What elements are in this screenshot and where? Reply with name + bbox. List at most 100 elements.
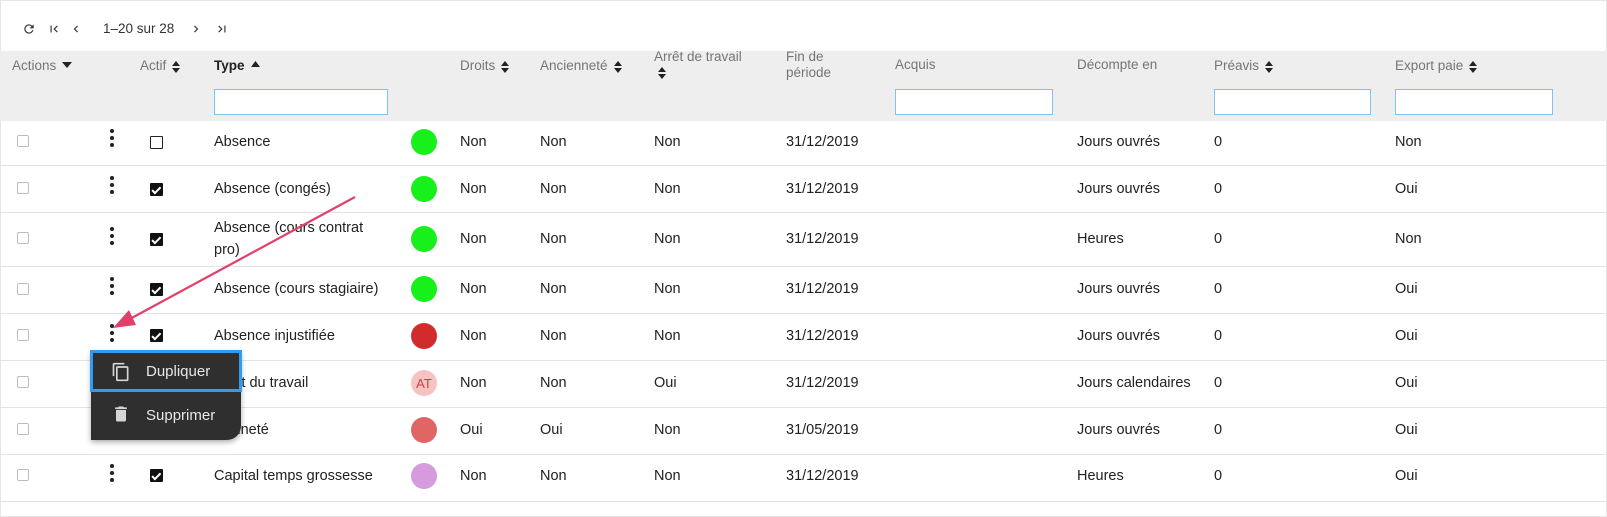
preavis-filter-input[interactable] — [1214, 89, 1371, 115]
color-indicator — [411, 129, 437, 155]
cell-export: Oui — [1395, 181, 1418, 197]
cell-fin: 31/12/2019 — [786, 328, 859, 344]
col-export-header[interactable]: Export paie — [1395, 58, 1478, 74]
cell-anciennete: Oui — [540, 422, 563, 438]
cell-arret: Oui — [654, 375, 677, 391]
row-select-checkbox[interactable] — [17, 232, 29, 244]
cell-decompte: Jours ouvrés — [1077, 181, 1161, 197]
cell-anciennete: Non — [540, 231, 567, 247]
col-type-header[interactable]: Type — [214, 58, 260, 74]
cell-arret: Non — [654, 328, 681, 344]
cell-anciennete: Non — [540, 281, 567, 297]
col-droits-header[interactable]: Droits — [460, 58, 510, 74]
more-vert-icon[interactable] — [109, 277, 115, 295]
chevron-left-icon[interactable] — [69, 18, 83, 40]
sort-icon — [501, 61, 510, 73]
table-row[interactable]: Absence (cours contrat pro) Non Non Non … — [0, 213, 1607, 267]
cell-droits: Non — [460, 468, 487, 484]
table-row[interactable]: ident du travail AT Non Non Oui 31/12/20… — [0, 361, 1607, 408]
more-vert-icon[interactable] — [109, 227, 115, 245]
cell-type: Absence injustifiée — [214, 328, 335, 344]
table-row[interactable]: Absence (cours stagiaire) Non Non Non 31… — [0, 267, 1607, 314]
actif-checkbox[interactable] — [150, 283, 163, 296]
col-arret-header[interactable]: Arrêt de travail — [654, 49, 742, 79]
cell-fin: 31/12/2019 — [786, 134, 859, 150]
actif-checkbox[interactable] — [150, 233, 163, 246]
duplicate-menu-item[interactable]: Dupliquer — [90, 350, 242, 392]
row-select-checkbox[interactable] — [17, 135, 29, 147]
col-anciennete-header[interactable]: Ancienneté — [540, 58, 622, 74]
row-select-checkbox[interactable] — [17, 469, 29, 481]
col-actions-header[interactable]: Actions — [12, 58, 73, 74]
cell-preavis: 0 — [1214, 468, 1223, 484]
cell-droits: Non — [460, 375, 487, 391]
cell-droits: Oui — [460, 422, 483, 438]
actif-checkbox[interactable] — [150, 183, 163, 196]
sort-icon — [613, 61, 622, 73]
table-row[interactable]: Absence (congés) Non Non Non 31/12/2019 … — [0, 166, 1607, 213]
color-indicator — [411, 323, 437, 349]
cell-droits: Non — [460, 181, 487, 197]
cell-fin: 31/12/2019 — [786, 468, 859, 484]
sort-asc-icon — [250, 61, 260, 67]
cell-export: Oui — [1395, 328, 1418, 344]
cell-type: Capital temps grossesse — [214, 468, 373, 484]
row-select-checkbox[interactable] — [17, 283, 29, 295]
copy-icon — [112, 362, 129, 382]
cell-fin: 31/12/2019 — [786, 281, 859, 297]
cell-export: Non — [1395, 231, 1422, 247]
more-vert-icon[interactable] — [109, 176, 115, 194]
row-select-checkbox[interactable] — [17, 376, 29, 388]
row-select-checkbox[interactable] — [17, 329, 29, 341]
actif-checkbox[interactable] — [150, 329, 163, 342]
cell-export: Oui — [1395, 281, 1418, 297]
acquis-filter-input[interactable] — [895, 89, 1053, 115]
col-actif-header[interactable]: Actif — [140, 58, 181, 74]
cell-decompte: Heures — [1077, 468, 1124, 484]
cell-preavis: 0 — [1214, 281, 1223, 297]
cell-decompte: Jours ouvrés — [1077, 422, 1161, 438]
sort-icon — [1469, 61, 1478, 73]
table-row[interactable]: Absence Non Non Non 31/12/2019 Jours ouv… — [0, 119, 1607, 166]
cell-decompte: Jours ouvrés — [1077, 281, 1161, 297]
cell-arret: Non — [654, 468, 681, 484]
chevron-right-icon[interactable] — [189, 18, 203, 40]
first-page-icon[interactable] — [46, 18, 62, 40]
pagination-toolbar: 1–20 sur 28 — [0, 0, 1607, 52]
cell-arret: Non — [654, 181, 681, 197]
type-filter-input[interactable] — [214, 89, 388, 115]
more-vert-icon[interactable] — [109, 324, 115, 342]
color-indicator: AT — [411, 370, 437, 396]
cell-anciennete: Non — [540, 328, 567, 344]
last-page-icon[interactable] — [214, 18, 230, 40]
cell-arret: Non — [654, 422, 681, 438]
refresh-icon[interactable] — [21, 18, 37, 40]
actif-checkbox[interactable] — [150, 136, 163, 149]
table-row[interactable]: Capital temps grossesse Non Non Non 31/1… — [0, 455, 1607, 502]
color-indicator — [411, 176, 437, 202]
color-indicator — [411, 417, 437, 443]
table-row[interactable]: Absence injustifiée Non Non Non 31/12/20… — [0, 314, 1607, 361]
col-acquis-header: Acquis — [895, 57, 936, 72]
cell-anciennete: Non — [540, 375, 567, 391]
more-vert-icon[interactable] — [109, 464, 115, 482]
caret-down-icon — [62, 62, 73, 68]
color-indicator — [411, 463, 437, 489]
cell-preavis: 0 — [1214, 231, 1223, 247]
delete-menu-item[interactable]: Supprimer — [91, 395, 241, 435]
col-preavis-header[interactable]: Préavis — [1214, 58, 1274, 74]
sort-icon — [172, 61, 181, 73]
cell-decompte: Heures — [1077, 231, 1124, 247]
more-vert-icon[interactable] — [109, 129, 115, 147]
cell-arret: Non — [654, 134, 681, 150]
duplicate-label: Dupliquer — [146, 362, 211, 380]
export-filter-input[interactable] — [1395, 89, 1553, 115]
table-row[interactable]: cienneté Oui Oui Non 31/05/2019 Jours ou… — [0, 408, 1607, 455]
row-select-checkbox[interactable] — [17, 423, 29, 435]
color-indicator — [411, 276, 437, 302]
cell-decompte: Jours ouvrés — [1077, 134, 1161, 150]
actif-checkbox[interactable] — [150, 469, 163, 482]
row-select-checkbox[interactable] — [17, 182, 29, 194]
cell-arret: Non — [654, 281, 681, 297]
cell-droits: Non — [460, 328, 487, 344]
